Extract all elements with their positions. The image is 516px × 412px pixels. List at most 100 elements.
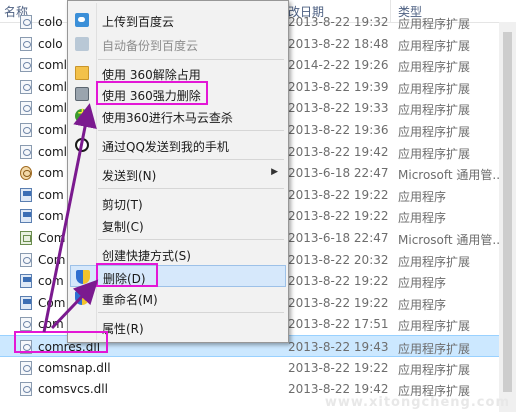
highlight-box-force-delete [96, 81, 208, 105]
file-type: 应用程序扩展 [398, 254, 471, 269]
file-name: com [38, 274, 64, 289]
file-name: com [38, 187, 64, 202]
file-date: 2013-8-22 19:22 [288, 187, 389, 202]
context-menu: 上传到百度云 自动备份到百度云 使用 360解除占用 使用 360强力删除 使用… [67, 0, 289, 343]
file-date: 2013-8-22 17:51 [288, 317, 389, 332]
file-type: Microsoft 通用管... [398, 168, 504, 183]
menu-item-label: 创建快捷方式(S) [102, 249, 191, 263]
file-name: coml [38, 144, 67, 159]
dll-icon [20, 317, 32, 332]
grid-icon [20, 231, 32, 245]
menu-item-label: 重命名(M) [102, 293, 158, 307]
menu-separator [98, 188, 284, 189]
file-name: coml [38, 58, 67, 73]
file-name: coml [38, 101, 67, 116]
dll-icon [20, 382, 32, 397]
dll-icon [20, 123, 32, 137]
dll-icon [20, 79, 32, 94]
file-name: coml [38, 79, 67, 94]
gear-icon [20, 166, 32, 181]
file-name: com [38, 317, 64, 332]
file-row[interactable]: comsnap.dll 2013-8-22 19:22 应用程序扩展 [0, 357, 516, 379]
file-type: 应用程序扩展 [398, 17, 471, 31]
file-date: 2013-8-22 19:43 [288, 340, 389, 354]
menu-item-copy[interactable]: 复制(C) [70, 214, 286, 236]
360-security-icon [75, 106, 89, 123]
dll-icon [20, 36, 32, 51]
file-name: colo [38, 36, 63, 51]
dll-icon [20, 58, 32, 73]
shredder-icon [75, 87, 89, 101]
menu-separator [98, 130, 284, 131]
menu-item-rename[interactable]: 重命名(M) [70, 287, 286, 309]
file-date: 2013-8-22 19:42 [288, 144, 389, 159]
menu-item-360-trojan-scan[interactable]: 使用360进行木马云查杀 [70, 105, 286, 127]
menu-separator [98, 239, 284, 240]
file-type: 应用程序扩展 [398, 146, 471, 161]
file-date: 2013-8-22 19:33 [288, 101, 389, 116]
file-type: 应用程序 [398, 211, 447, 226]
file-type: 应用程序扩展 [398, 103, 471, 118]
uac-shield-icon [75, 291, 89, 305]
file-name: colo [38, 15, 63, 29]
file-type: 应用程序扩展 [398, 362, 471, 377]
file-type: 应用程序 [398, 276, 447, 291]
menu-separator [98, 159, 284, 160]
file-name: comsnap.dll [38, 360, 111, 375]
dll-icon [20, 101, 32, 116]
highlight-box-selected-file [14, 331, 108, 353]
menu-item-label: 剪切(T) [102, 198, 143, 212]
file-type: 应用程序 [398, 297, 447, 312]
menu-item-upload-baidu-cloud[interactable]: 上传到百度云 [70, 9, 286, 31]
menu-separator [98, 312, 284, 313]
file-name: coml [38, 123, 67, 137]
uac-shield-icon [76, 270, 90, 284]
file-type: 应用程序扩展 [398, 125, 471, 139]
file-date: 2013-8-22 19:32 [288, 15, 389, 29]
file-type: 应用程序扩展 [398, 342, 471, 356]
file-date: 2013-8-22 19:22 [288, 274, 389, 289]
menu-item-label: 复制(C) [102, 220, 144, 234]
file-type: 应用程序扩展 [398, 319, 471, 334]
file-type: Microsoft 通用管... [398, 233, 504, 247]
watermark: www.xitongcheng.com [324, 395, 510, 410]
file-name: com [38, 166, 64, 181]
menu-item-label: 发送到(N) [102, 169, 157, 183]
file-type: 应用程序扩展 [398, 38, 471, 53]
exe-icon [20, 209, 32, 224]
menu-item-cut[interactable]: 剪切(T) [70, 192, 286, 214]
vertical-scrollbar[interactable] [499, 22, 516, 412]
menu-item-send-to[interactable]: 发送到(N) ▶ [70, 163, 286, 185]
menu-item-send-qq[interactable]: 通过QQ发送到我的手机 [70, 134, 286, 156]
file-type: 应用程序扩展 [398, 60, 471, 75]
menu-separator [98, 59, 284, 60]
file-date: 2013-6-18 22:47 [288, 166, 389, 181]
file-name: Com [38, 295, 66, 310]
file-date: 2014-2-22 19:26 [288, 58, 389, 73]
scrollbar-thumb[interactable] [503, 32, 512, 392]
highlight-box-delete [96, 263, 158, 287]
cloud-backup-icon [75, 37, 89, 51]
menu-item-label: 属性(R) [102, 322, 144, 336]
qq-penguin-icon [75, 138, 89, 152]
file-name: com [38, 209, 64, 224]
menu-item-label: 自动备份到百度云 [102, 39, 199, 53]
exe-icon [20, 274, 32, 289]
file-date: 2013-8-22 19:22 [288, 360, 389, 375]
file-type: 应用程序 [398, 189, 447, 204]
file-name: Com [38, 231, 66, 245]
file-date: 2013-8-22 20:32 [288, 252, 389, 267]
exe-icon [20, 187, 32, 202]
dll-icon [20, 144, 32, 159]
menu-item-auto-backup[interactable]: 自动备份到百度云 [70, 33, 286, 55]
menu-item-label: 上传到百度云 [102, 15, 175, 29]
file-date: 2013-8-22 18:48 [288, 36, 389, 51]
submenu-arrow-icon: ▶ [271, 167, 278, 177]
dll-icon [20, 15, 32, 29]
menu-item-label: 通过QQ发送到我的手机 [102, 140, 229, 154]
menu-item-create-shortcut[interactable]: 创建快捷方式(S) [70, 243, 286, 265]
dll-icon [20, 252, 32, 267]
file-name: Com [38, 252, 66, 267]
folder-unlock-icon [75, 66, 89, 80]
file-name: comsvcs.dll [38, 382, 108, 397]
